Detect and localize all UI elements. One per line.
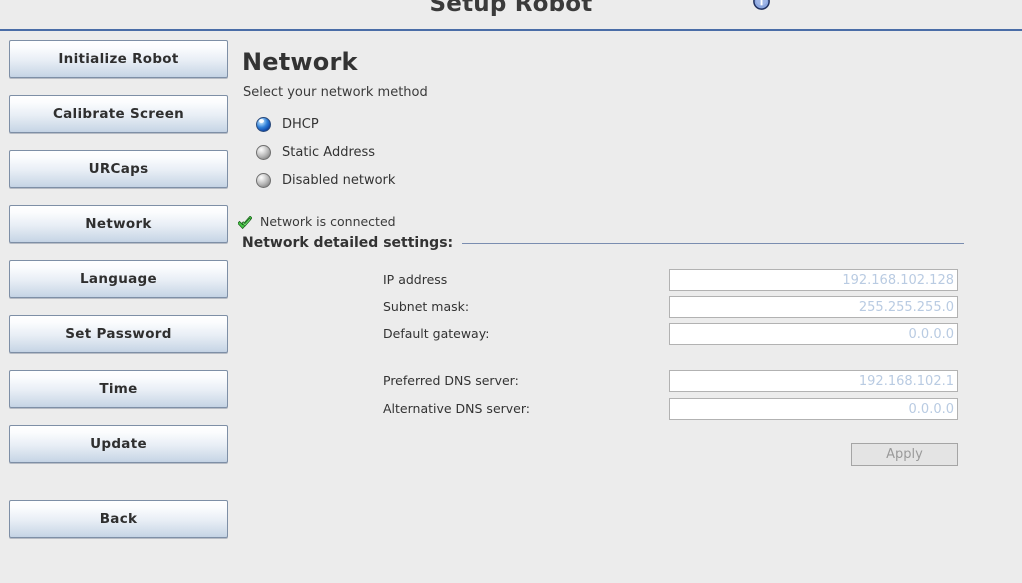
field-label-alternative-dns-server: Alternative DNS server: [383,401,530,416]
default-gateway-input[interactable] [669,323,958,345]
sidebar-item-initialize-robot[interactable]: Initialize Robot [9,40,228,78]
subnet-mask-input[interactable] [669,296,958,318]
app-title: Setup Robot [429,0,593,17]
alternative-dns-server-input[interactable] [669,398,958,420]
field-default-gateway: Default gateway: [383,323,958,345]
field-alternative-dns-server: Alternative DNS server: [383,398,958,420]
apply-button[interactable]: Apply [851,443,958,466]
sidebar-item-time[interactable]: Time [9,370,228,408]
sidebar-item-set-password[interactable]: Set Password [9,315,228,353]
sidebar-item-calibrate-screen[interactable]: Calibrate Screen [9,95,228,133]
app-header: Setup Robot [0,0,1022,31]
info-icon[interactable] [753,0,770,10]
field-label-subnet-mask: Subnet mask: [383,299,470,314]
field-subnet-mask: Subnet mask: [383,296,958,318]
sidebar-item-urcaps[interactable]: URCaps [9,150,228,188]
network-settings-form: IP address Subnet mask: Default gateway:… [236,34,1022,583]
field-label-ip-address: IP address [383,272,448,287]
sidebar-item-network[interactable]: Network [9,205,228,243]
header-divider [0,29,1022,31]
field-label-default-gateway: Default gateway: [383,326,490,341]
sidebar-item-update[interactable]: Update [9,425,228,463]
sidebar-item-language[interactable]: Language [9,260,228,298]
field-label-preferred-dns-server: Preferred DNS server: [383,373,519,388]
field-ip-address: IP address [383,269,958,291]
field-preferred-dns-server: Preferred DNS server: [383,370,958,392]
sidebar: Initialize Robot Calibrate Screen URCaps… [0,34,236,583]
preferred-dns-server-input[interactable] [669,370,958,392]
back-button[interactable]: Back [9,500,228,538]
ip-address-input[interactable] [669,269,958,291]
main-panel: Network Select your network method DHCP … [236,34,1022,583]
